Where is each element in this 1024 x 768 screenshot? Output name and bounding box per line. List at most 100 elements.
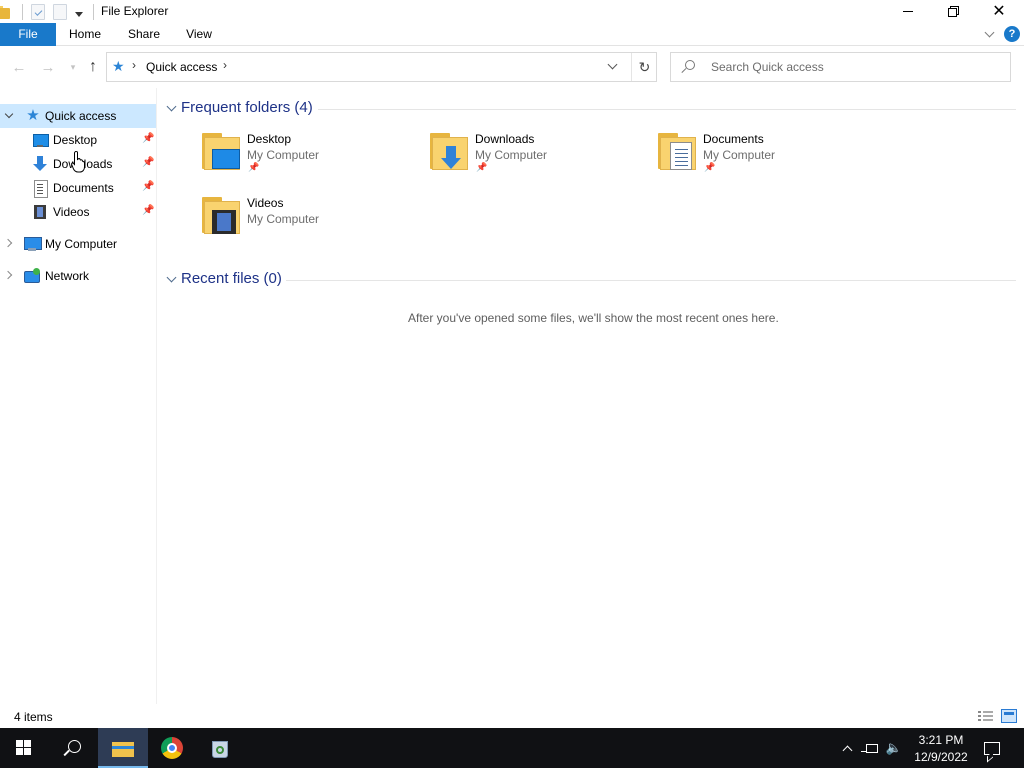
volume-icon[interactable]: 🔈 <box>884 728 904 768</box>
nav-item-my-computer[interactable]: My Computer <box>0 232 156 256</box>
restore-icon <box>947 8 957 17</box>
folder-location: My Computer <box>475 148 548 162</box>
desktop-folder-icon <box>200 132 242 172</box>
search-placeholder[interactable]: Search Quick access <box>711 60 824 74</box>
tab-home[interactable]: Home <box>58 23 112 46</box>
taskbar-search-button[interactable] <box>48 728 96 768</box>
minimize-button[interactable] <box>885 0 931 23</box>
divider <box>286 280 1016 281</box>
chevron-down-icon[interactable] <box>4 109 14 119</box>
taskbar-chrome[interactable] <box>148 728 196 768</box>
breadcrumb-separator-icon-2[interactable]: › <box>223 58 227 72</box>
folder-tile-videos[interactable]: Videos My Computer <box>200 196 420 252</box>
taskbar-recycle-bin[interactable] <box>196 728 244 768</box>
pin-icon: 📌 <box>142 181 155 192</box>
documents-icon <box>32 180 48 198</box>
help-icon[interactable]: ? <box>1004 26 1020 42</box>
ribbon-tabs: File Home Share View ? <box>0 23 1024 46</box>
qat-separator-2 <box>93 4 94 20</box>
search-field[interactable]: Search Quick access <box>670 52 1011 82</box>
folder-tile-documents[interactable]: Documents My Computer 📌 <box>656 132 876 188</box>
recent-locations-chevron-icon[interactable]: ▾ <box>62 46 84 88</box>
folder-name: Videos <box>247 196 284 210</box>
folder-name: Desktop <box>247 132 292 146</box>
new-folder-icon[interactable] <box>53 4 67 20</box>
nav-label: Network <box>45 269 90 283</box>
qat-separator <box>22 4 23 20</box>
expand-ribbon-chevron-icon[interactable] <box>983 27 997 41</box>
computer-icon <box>24 236 42 252</box>
customize-toolbar-dropdown-icon[interactable] <box>75 11 83 17</box>
status-bar: 4 items <box>0 704 1024 728</box>
search-icon <box>685 60 695 70</box>
close-button[interactable]: ✕ <box>976 0 1022 23</box>
desktop-icon <box>32 132 49 148</box>
network-status-icon[interactable] <box>861 728 882 768</box>
large-icons-view-icon[interactable] <box>1001 709 1017 723</box>
folder-tile-downloads[interactable]: Downloads My Computer 📌 <box>428 132 648 188</box>
nav-label: Videos <box>53 205 90 219</box>
details-view-icon[interactable] <box>978 710 994 722</box>
taskbar-file-explorer[interactable] <box>98 728 148 768</box>
nav-label: Desktop <box>53 133 98 147</box>
quick-access-toolbar <box>0 3 94 21</box>
tab-share[interactable]: Share <box>118 23 170 46</box>
tab-view[interactable]: View <box>176 23 222 46</box>
nav-item-documents[interactable]: Documents 📌 <box>0 176 156 200</box>
hand-cursor-icon <box>71 151 85 173</box>
restore-button[interactable] <box>930 0 976 23</box>
close-icon: ✕ <box>992 3 1006 20</box>
quick-access-star-icon: ★ <box>112 58 125 74</box>
quick-access-star-icon: ★ <box>26 107 40 124</box>
nav-item-desktop[interactable]: Desktop 📌 <box>0 128 156 152</box>
navigation-pane: ★ Quick access Desktop 📌 Downloads 📌 Doc… <box>0 104 157 704</box>
nav-label: Quick access <box>45 109 117 123</box>
forward-arrow-icon[interactable]: → <box>37 46 59 88</box>
properties-icon[interactable] <box>31 4 45 20</box>
pin-icon: 📌 <box>142 205 155 216</box>
chevron-down-icon[interactable] <box>166 101 177 112</box>
pin-icon: 📌 <box>476 162 488 172</box>
back-arrow-icon[interactable]: ← <box>8 46 30 88</box>
file-explorer-icon <box>112 740 134 757</box>
breadcrumb-separator-icon[interactable]: › <box>132 58 136 72</box>
downloads-folder-icon <box>428 132 470 172</box>
folder-location: My Computer <box>247 148 320 162</box>
nav-item-network[interactable]: Network <box>0 264 156 288</box>
show-hidden-icons-chevron-icon[interactable] <box>838 728 856 768</box>
nav-item-quick-access[interactable]: ★ Quick access <box>0 104 156 128</box>
recycle-bin-icon <box>210 737 230 759</box>
videos-folder-icon <box>200 196 242 236</box>
chevron-down-icon[interactable] <box>166 272 177 283</box>
up-arrow-icon[interactable]: ↑ <box>82 46 104 88</box>
tab-file[interactable]: File <box>0 23 56 46</box>
refresh-icon[interactable]: ↻ <box>631 53 657 81</box>
taskbar: 🔈 3:21 PM 12/9/2022 <box>0 728 1024 768</box>
taskbar-clock[interactable]: 3:21 PM 12/9/2022 <box>906 730 976 766</box>
nav-item-videos[interactable]: Videos 📌 <box>0 200 156 224</box>
title-bar: File Explorer ✕ <box>0 0 1024 23</box>
pin-icon: 📌 <box>142 157 155 168</box>
nav-label: Documents <box>53 181 114 195</box>
action-center-icon[interactable] <box>980 728 1004 768</box>
network-icon <box>24 268 40 284</box>
folder-tile-desktop[interactable]: Desktop My Computer 📌 <box>200 132 420 188</box>
search-icon <box>67 739 81 753</box>
breadcrumb-quick-access[interactable]: Quick access <box>146 60 217 74</box>
chevron-right-icon[interactable] <box>3 238 13 248</box>
navigation-row: ← → ▾ ↑ ★ › Quick access › ↻ Search Quic… <box>0 46 1024 88</box>
pin-icon: 📌 <box>248 162 260 172</box>
folder-name: Downloads <box>475 132 535 146</box>
pin-icon: 📌 <box>704 162 716 172</box>
address-bar[interactable]: ★ › Quick access › ↻ <box>106 52 657 82</box>
folder-location: My Computer <box>703 148 776 162</box>
window-title: File Explorer <box>101 4 169 18</box>
recent-files-empty-message: After you've opened some files, we'll sh… <box>408 311 779 325</box>
file-explorer-folder-icon[interactable] <box>0 5 12 19</box>
address-history-dropdown-icon[interactable] <box>602 55 624 79</box>
start-button[interactable] <box>0 728 48 768</box>
folder-location: My Computer <box>247 212 320 226</box>
downloads-icon <box>32 156 48 172</box>
item-count: 4 items <box>14 710 53 724</box>
chevron-right-icon[interactable] <box>3 270 13 280</box>
